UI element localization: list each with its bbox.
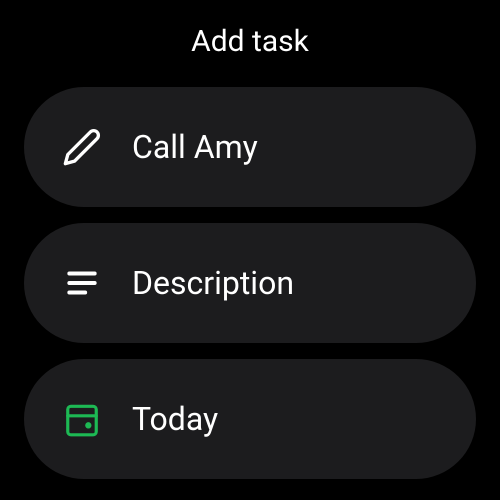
task-date-label: Today bbox=[132, 400, 218, 438]
task-fields-list: Call Amy Description Today bbox=[0, 87, 500, 479]
task-title-field[interactable]: Call Amy bbox=[24, 87, 476, 207]
page-title: Add task bbox=[0, 24, 500, 59]
description-icon bbox=[60, 261, 104, 305]
task-title-label: Call Amy bbox=[132, 128, 258, 166]
task-description-field[interactable]: Description bbox=[24, 223, 476, 343]
page-header: Add task bbox=[0, 0, 500, 87]
task-date-field[interactable]: Today bbox=[24, 359, 476, 479]
pencil-icon bbox=[60, 125, 104, 169]
calendar-icon bbox=[60, 397, 104, 441]
task-description-label: Description bbox=[132, 264, 294, 302]
